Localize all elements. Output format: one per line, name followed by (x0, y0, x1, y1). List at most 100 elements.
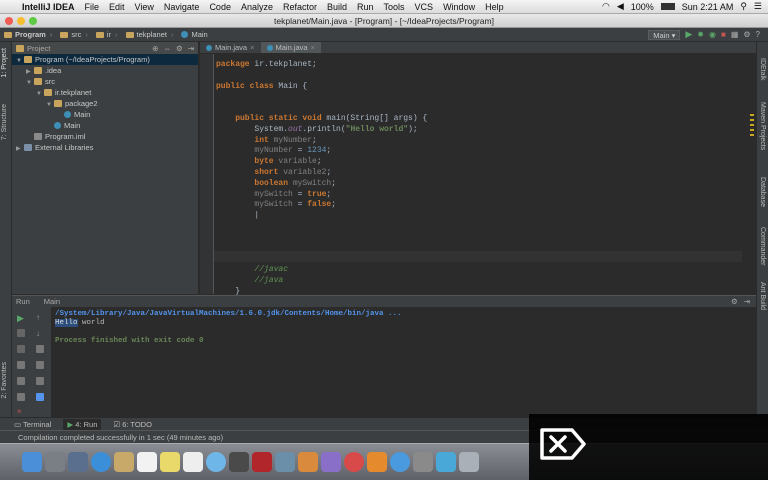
wifi-icon[interactable]: ◠ (602, 1, 610, 12)
crumb-ir[interactable]: ir › (92, 30, 122, 39)
hide-icon[interactable]: ⇥ (744, 297, 750, 306)
itunes-icon[interactable] (344, 452, 364, 472)
tab-idetalk[interactable]: IDEtalk (759, 58, 766, 81)
coverage-icon[interactable]: ◉ (709, 30, 716, 39)
crumb-tekplanet[interactable]: tekplanet › (122, 30, 178, 39)
close-icon[interactable]: × (17, 407, 25, 416)
collapse-all-icon[interactable]: ⇔ (163, 44, 171, 53)
console-output[interactable]: /System/Library/Java/JavaVirtualMachines… (55, 310, 402, 346)
print-icon[interactable] (36, 377, 44, 385)
pause-icon[interactable] (17, 345, 25, 353)
facetime-icon[interactable] (229, 452, 249, 472)
debug-icon[interactable]: ✹ (697, 30, 704, 39)
messages-icon[interactable] (206, 452, 226, 472)
menu-edit[interactable]: Edit (109, 2, 125, 12)
run-config-select[interactable]: Main ▾ (648, 29, 681, 40)
editor-tab-main-package2[interactable]: Main.java × (200, 42, 261, 53)
tab-run[interactable]: ▶ 4: Run (63, 418, 102, 430)
hide-icon[interactable]: ⇥ (188, 44, 194, 53)
stop-icon[interactable]: ■ (721, 30, 726, 39)
mission-control-icon[interactable] (68, 452, 88, 472)
zoom-window-button[interactable] (29, 17, 37, 25)
code-text[interactable]: package ir.tekplanet; public class Main … (216, 60, 427, 298)
tab-maven-projects[interactable]: Maven Projects (759, 102, 766, 150)
run-config-tab[interactable]: Main (44, 297, 60, 306)
soft-wrap-icon[interactable] (36, 345, 44, 353)
tree-node[interactable]: ▼ package2 (12, 98, 198, 109)
clock[interactable]: Sun 2:21 AM (682, 2, 734, 12)
status-message[interactable]: Compilation completed successfully in 1 … (18, 433, 223, 442)
tab-database[interactable]: Database (759, 177, 766, 207)
menu-help[interactable]: Help (485, 2, 504, 12)
close-tab-icon[interactable]: × (250, 43, 254, 52)
notification-icon[interactable]: ☰ (754, 1, 762, 12)
ibooks-icon[interactable] (367, 452, 387, 472)
mail-icon[interactable] (114, 452, 134, 472)
preview-icon[interactable] (275, 452, 295, 472)
help-icon[interactable]: ? (756, 30, 760, 39)
scroll-up-icon[interactable]: ↑ (36, 313, 44, 322)
tree-node[interactable]: ▼ src (12, 76, 198, 87)
editor-gutter[interactable] (200, 54, 214, 294)
photo-booth-icon[interactable] (252, 452, 272, 472)
tab-todo[interactable]: ☑ 6: TODO (113, 420, 152, 429)
system-preferences-icon[interactable] (413, 452, 433, 472)
safari-icon[interactable] (91, 452, 111, 472)
app-menu[interactable]: IntelliJ IDEA (22, 2, 75, 12)
crumb-program[interactable]: Program › (0, 30, 56, 39)
tree-node[interactable]: ▶ External Libraries (12, 142, 198, 153)
editor-tab-main[interactable]: Main.java × (260, 42, 321, 53)
settings-icon[interactable]: ⚙ (743, 30, 750, 39)
tab-ant-build[interactable]: Ant Build (759, 282, 766, 310)
tree-node[interactable]: ▼ ir.tekplanet (12, 87, 198, 98)
close-window-button[interactable] (5, 17, 13, 25)
gear-icon[interactable]: ⚙ (176, 44, 183, 53)
menu-build[interactable]: Build (327, 2, 347, 12)
menu-vcs[interactable]: VCS (415, 2, 434, 12)
expand-arrow-icon[interactable]: ▶ (16, 144, 24, 155)
battery-icon[interactable] (660, 3, 675, 10)
tab-favorites[interactable]: 2: Favorites (1, 362, 8, 399)
utility-icon[interactable] (459, 452, 479, 472)
menu-tools[interactable]: Tools (384, 2, 405, 12)
notes-icon[interactable] (160, 452, 180, 472)
app-store-icon[interactable] (390, 452, 410, 472)
pin-icon[interactable] (17, 393, 25, 401)
menu-window[interactable]: Window (443, 2, 475, 12)
dump-threads-icon[interactable] (17, 361, 25, 369)
finder-icon[interactable] (22, 452, 42, 472)
menu-refactor[interactable]: Refactor (283, 2, 317, 12)
tree-node[interactable]: ▶ .idea (12, 65, 198, 76)
scroll-end-icon[interactable] (36, 361, 44, 369)
tab-structure[interactable]: 7: Structure (1, 104, 8, 140)
menu-run[interactable]: Run (357, 2, 374, 12)
stop-icon[interactable] (17, 329, 25, 337)
minimize-window-button[interactable] (17, 17, 25, 25)
people-icon[interactable] (436, 452, 456, 472)
crumb-main[interactable]: Main (177, 30, 211, 39)
tab-project[interactable]: 1: Project (1, 48, 8, 78)
calendar-icon[interactable] (137, 452, 157, 472)
tab-terminal[interactable]: ▭ Terminal (14, 420, 51, 429)
menu-analyze[interactable]: Analyze (241, 2, 273, 12)
error-stripe[interactable] (750, 114, 754, 139)
scroll-down-icon[interactable]: ↓ (36, 329, 44, 338)
tree-node[interactable]: Program.iml (12, 131, 198, 142)
menu-code[interactable]: Code (209, 2, 231, 12)
tab-commander[interactable]: Commander (759, 227, 766, 266)
volume-icon[interactable]: ◀ (617, 1, 624, 12)
tree-node[interactable]: Main (12, 120, 198, 131)
rerun-icon[interactable]: ▶ (17, 313, 25, 323)
search-icon[interactable]: ⚲ (740, 1, 747, 12)
photos-icon[interactable] (298, 452, 318, 472)
project-view-selector[interactable]: Project (27, 44, 50, 53)
clear-icon[interactable] (36, 393, 44, 401)
grapher-icon[interactable] (321, 452, 341, 472)
gear-icon[interactable]: ⚙ (731, 297, 738, 306)
exit-icon[interactable] (17, 377, 25, 385)
menu-file[interactable]: File (85, 2, 100, 12)
tree-node[interactable]: ▼ Program (~/IdeaProjects/Program) (12, 54, 198, 65)
sync-icon[interactable]: ⊕ (152, 44, 158, 53)
run-icon[interactable]: ▶ (685, 29, 692, 40)
reminders-icon[interactable] (183, 452, 203, 472)
